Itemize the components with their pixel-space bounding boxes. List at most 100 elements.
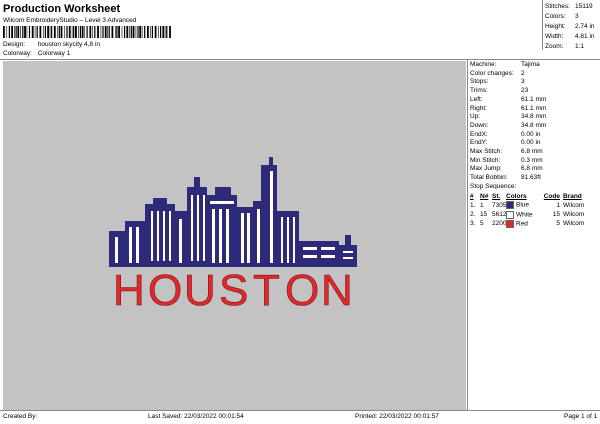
info-row: Min Stitch: 0.3 mm bbox=[470, 157, 598, 166]
info-value: 3 bbox=[521, 78, 525, 86]
col-header: Code bbox=[543, 192, 560, 200]
barcode-bar bbox=[124, 26, 126, 38]
stat-label: Stitches: bbox=[545, 3, 570, 10]
stat-label: Height: bbox=[545, 23, 566, 30]
barcode-bar bbox=[57, 26, 58, 38]
barcode bbox=[3, 26, 171, 38]
color-cell: Blue bbox=[506, 201, 537, 210]
info-row: Left: 61.1 mm bbox=[470, 96, 598, 105]
barcode-bar bbox=[22, 26, 24, 38]
info-label: Machine: bbox=[470, 61, 497, 68]
stat-value: 15119 bbox=[575, 3, 593, 10]
barcode-bar bbox=[130, 26, 132, 38]
barcode-bar bbox=[17, 26, 20, 38]
info-value: 34.8 mm bbox=[521, 121, 547, 129]
seq-code: 1 bbox=[556, 201, 560, 209]
barcode-bar bbox=[8, 26, 10, 38]
info-row: Up: 34.8 mm bbox=[470, 113, 598, 122]
info-value: 61.1 mm bbox=[521, 95, 547, 103]
barcode-bar bbox=[151, 26, 153, 38]
barcode-bar bbox=[71, 26, 73, 38]
barcode-bar bbox=[111, 26, 114, 38]
letter-t: T bbox=[253, 266, 280, 315]
color-cell: White bbox=[506, 210, 537, 220]
barcode-bar bbox=[34, 26, 36, 38]
info-value: 81.63ft bbox=[521, 174, 541, 182]
barcode-bar bbox=[3, 26, 5, 38]
info-value: 6.8 mm bbox=[521, 148, 543, 156]
letter-u: U bbox=[184, 266, 216, 315]
barcode-bar bbox=[164, 26, 166, 38]
colorway-value: Colorway 1 bbox=[37, 50, 71, 57]
barcode-bar bbox=[92, 26, 93, 38]
info-panel: Machine: Tajima Color changes: 2 Stops: 3 Trim… bbox=[470, 61, 598, 230]
colorway-label: Colorway: bbox=[3, 50, 32, 57]
barcode-bar bbox=[81, 26, 84, 38]
letter-s: S bbox=[219, 266, 248, 315]
info-label: Max Jump: bbox=[470, 165, 502, 173]
seq-brand: Wilcom bbox=[563, 211, 585, 219]
software-subtitle: Wilcom EmbroideryStudio – Level 3 Advanc… bbox=[3, 17, 137, 24]
worksheet-title: Production Worksheet bbox=[3, 3, 121, 15]
barcode-bar bbox=[115, 26, 116, 38]
info-row: Trims: 23 bbox=[470, 87, 598, 96]
stop-sequence-row: 3. 5 2200 Red 5 Wilcom bbox=[470, 220, 598, 229]
barcode-bar bbox=[84, 26, 85, 38]
barcode-bar bbox=[31, 26, 34, 38]
letter-o: O bbox=[148, 266, 182, 315]
stitch-count: 2200 bbox=[492, 220, 507, 228]
col-header: Brand bbox=[563, 192, 582, 200]
barcode-bar bbox=[97, 26, 99, 38]
houston-wordmark: H O U S T O N bbox=[113, 266, 353, 316]
printed-date: Printed: 22/03/2022 00:01:57 bbox=[355, 413, 439, 420]
barcode-bar bbox=[36, 26, 38, 38]
barcode-bar bbox=[60, 26, 63, 38]
barcode-bar bbox=[139, 26, 142, 38]
col-header: N# bbox=[480, 192, 489, 200]
info-row: EndX: 0.00 in bbox=[470, 131, 598, 140]
info-label: Stops: bbox=[470, 78, 489, 86]
stat-label: Zoom: bbox=[545, 43, 564, 50]
info-value: Tajima bbox=[521, 61, 540, 68]
info-row: Max Stitch: 6.8 mm bbox=[470, 148, 598, 157]
barcode-bar bbox=[6, 26, 8, 38]
info-value: 2 bbox=[521, 69, 525, 77]
info-label: Trims: bbox=[470, 87, 488, 95]
stop-sequence-row: 2. 15 5612 White 15 Wilcom bbox=[470, 210, 598, 220]
info-value: 6.8 mm bbox=[521, 165, 543, 173]
color-name: Red bbox=[516, 220, 528, 228]
barcode-bar bbox=[116, 26, 118, 38]
seq-n: 15 bbox=[480, 211, 488, 219]
embroidery-design: H O U S T O N bbox=[109, 157, 357, 316]
stitch-count: 5612 bbox=[492, 211, 507, 219]
seq-n: 1 bbox=[480, 201, 484, 209]
barcode-bar bbox=[68, 26, 71, 38]
barcode-bar bbox=[20, 26, 21, 38]
barcode-bar bbox=[58, 26, 60, 38]
stats-panel: Stitches: 15119 Colors: 3 Height: 2.74 in W… bbox=[545, 2, 600, 52]
barcode-bar bbox=[104, 26, 107, 38]
barcode-bar bbox=[121, 26, 123, 38]
info-row: Stops: 3 bbox=[470, 78, 598, 87]
barcode-bar bbox=[24, 26, 26, 38]
info-label: Up: bbox=[470, 113, 481, 121]
barcode-bar bbox=[51, 26, 53, 38]
stat-value: 1:1 bbox=[575, 43, 585, 50]
col-header: Colors bbox=[506, 192, 527, 200]
info-label: Max Stitch: bbox=[470, 148, 503, 156]
barcode-bar bbox=[169, 26, 171, 38]
barcode-bar bbox=[43, 26, 44, 38]
barcode-bar bbox=[75, 26, 77, 38]
barcode-bar bbox=[73, 26, 75, 38]
info-value: 61.1 mm bbox=[521, 104, 547, 112]
seq-brand: Wilcom bbox=[563, 201, 585, 209]
footer-divider bbox=[0, 410, 600, 411]
info-label: Down: bbox=[470, 121, 489, 129]
letter-n: N bbox=[321, 266, 353, 315]
info-row: Down: 34.8 mm bbox=[470, 122, 598, 131]
barcode-bar bbox=[107, 26, 108, 38]
barcode-bar bbox=[78, 26, 79, 38]
info-row: Machine: Tajima bbox=[470, 61, 598, 70]
info-value: 34.8 mm bbox=[521, 113, 547, 121]
info-row: Total Bobbin: 81.63ft bbox=[470, 174, 598, 183]
